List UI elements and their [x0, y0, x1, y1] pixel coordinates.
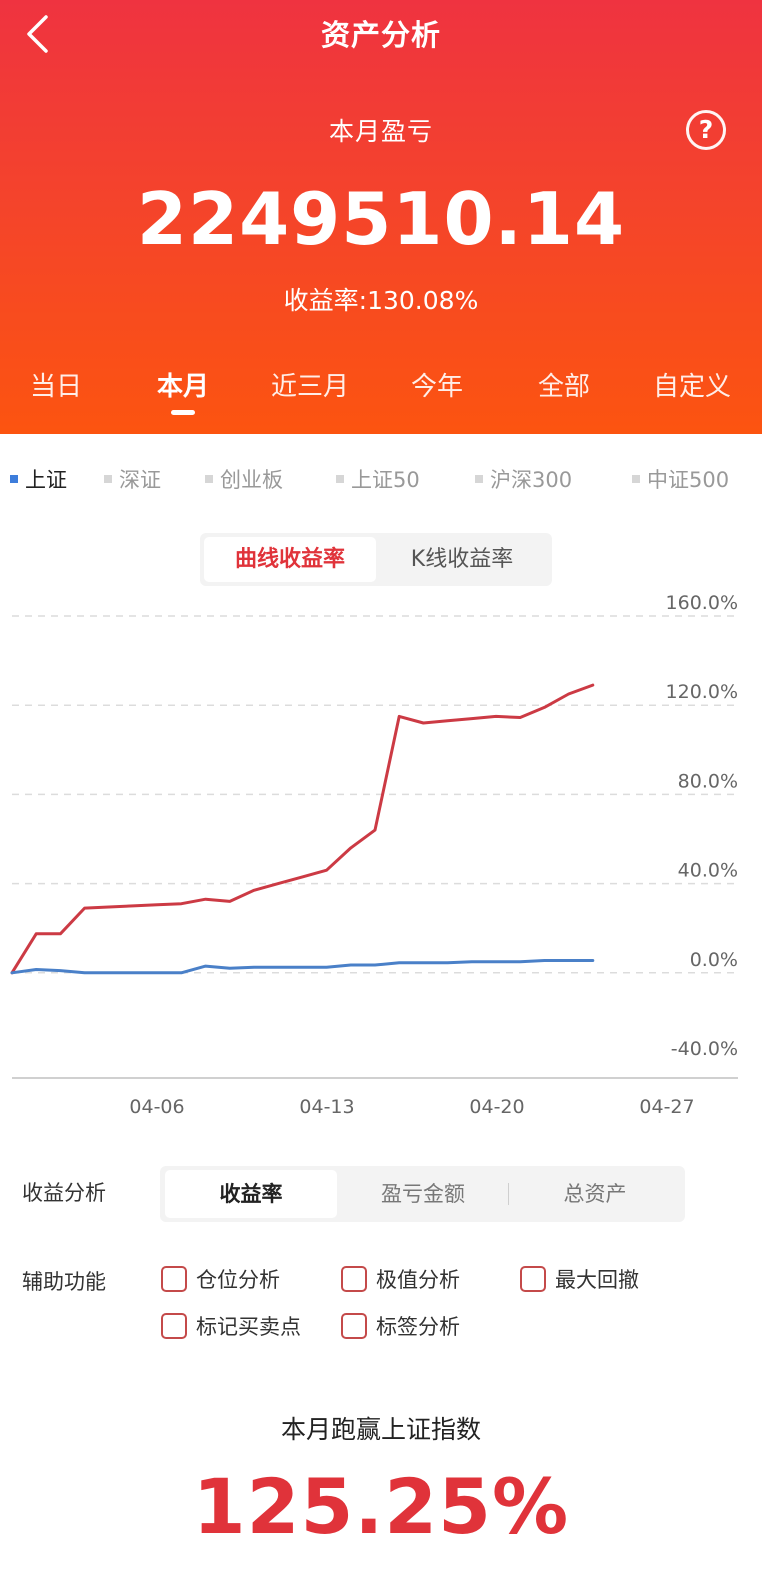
x-tick-label: 04-06 [129, 1096, 184, 1118]
x-tick-label: 04-13 [299, 1096, 354, 1118]
tab-all[interactable]: 全部 [504, 366, 624, 403]
active-tab-indicator [171, 410, 195, 415]
analysis-toggle: 收益率 盈亏金额 总资产 [160, 1166, 685, 1222]
checkbox-icon [341, 1266, 367, 1292]
monthly-pl-value: 2249510.14 [136, 177, 626, 261]
checkbox-icon [161, 1313, 187, 1339]
checkbox-label: 标记买卖点 [196, 1315, 301, 1339]
outperform-value: 125.25% [192, 1462, 570, 1551]
period-tabs: 当日 本月 近三月 今年 全部 自定义 [0, 360, 762, 420]
return-rate-value: 130.08% [367, 286, 479, 315]
return-rate-label: 收益率: [283, 286, 368, 315]
header: 资产分析 本月盈亏 ? 2249510.14 收益率:130.08% 当日 本月… [0, 0, 762, 434]
index-return-line [10, 959, 595, 975]
index-tab-sh[interactable]: 上证 [10, 462, 67, 498]
legend-dot [104, 475, 112, 483]
checkbox-label: 标签分析 [376, 1315, 460, 1339]
y-tick-label: 40.0% [678, 860, 738, 882]
help-icon[interactable]: ? [686, 110, 726, 150]
chart-mode-toggle: 曲线收益率 K线收益率 [200, 533, 552, 586]
metric-return-rate[interactable]: 收益率 [165, 1170, 337, 1218]
checkbox-icon [341, 1313, 367, 1339]
tab-today[interactable]: 当日 [0, 366, 116, 403]
index-tab-label: 上证 [25, 468, 67, 492]
checkbox-label: 最大回撤 [555, 1268, 639, 1292]
legend-dot [205, 475, 213, 483]
legend-dot [336, 475, 344, 483]
index-tab-label: 沪深300 [490, 468, 573, 492]
index-tabs: 上证 深证 创业板 上证50 沪深300 中证500 [0, 462, 762, 498]
tab-this-year[interactable]: 今年 [377, 366, 497, 403]
y-tick-label: 160.0% [666, 592, 738, 614]
tab-three-months[interactable]: 近三月 [250, 366, 370, 403]
x-tick-label: 04-20 [469, 1096, 524, 1118]
index-tab-label: 创业板 [220, 468, 283, 492]
extreme-analysis-checkbox[interactable]: 极值分析 [341, 1263, 460, 1297]
checkbox-label: 仓位分析 [196, 1268, 280, 1292]
max-drawdown-checkbox[interactable]: 最大回撤 [520, 1263, 639, 1297]
outperform-label: 本月跑赢上证指数 [280, 1415, 481, 1444]
metric-total-assets[interactable]: 总资产 [509, 1170, 681, 1218]
page-title: 资产分析 [320, 18, 441, 52]
checkbox-label: 极值分析 [376, 1268, 460, 1292]
tag-analysis-checkbox[interactable]: 标签分析 [341, 1310, 460, 1344]
y-tick-label: -40.0% [671, 1038, 738, 1060]
portfolio-return-line [10, 683, 595, 975]
y-tick-label: 120.0% [666, 681, 738, 703]
legend-dot [475, 475, 483, 483]
index-tab-label: 深证 [119, 468, 161, 492]
metric-pl-amount[interactable]: 盈亏金额 [337, 1170, 509, 1218]
y-tick-label: 80.0% [678, 770, 738, 792]
index-tab-label: 上证50 [351, 468, 420, 492]
analysis-label: 收益分析 [22, 1181, 106, 1205]
tab-custom[interactable]: 自定义 [632, 366, 752, 403]
curve-return-button[interactable]: 曲线收益率 [204, 537, 376, 582]
index-tab-sz[interactable]: 深证 [104, 462, 161, 498]
position-analysis-checkbox[interactable]: 仓位分析 [161, 1263, 280, 1297]
legend-dot [632, 475, 640, 483]
tab-this-month[interactable]: 本月 [123, 366, 243, 403]
index-tab-hs300[interactable]: 沪深300 [475, 462, 572, 498]
return-rate: 收益率:130.08% [0, 281, 762, 317]
index-tab-zz500[interactable]: 中证500 [632, 462, 729, 498]
checkbox-icon [520, 1266, 546, 1292]
return-chart: 160.0% 120.0% 80.0% 40.0% 0.0% -40.0% 04-06 04-… [10, 592, 738, 1118]
mark-trades-checkbox[interactable]: 标记买卖点 [161, 1310, 301, 1344]
index-tab-label: 中证500 [647, 468, 730, 492]
checkbox-icon [161, 1266, 187, 1292]
x-tick-label: 04-27 [639, 1096, 694, 1118]
y-tick-label: 0.0% [690, 949, 738, 971]
monthly-pl-label: 本月盈亏 [328, 117, 433, 146]
legend-dot [10, 475, 18, 483]
aux-label: 辅助功能 [22, 1270, 106, 1294]
index-tab-cyb[interactable]: 创业板 [205, 462, 283, 498]
kline-return-button[interactable]: K线收益率 [376, 537, 548, 582]
index-tab-sz50[interactable]: 上证50 [336, 462, 420, 498]
